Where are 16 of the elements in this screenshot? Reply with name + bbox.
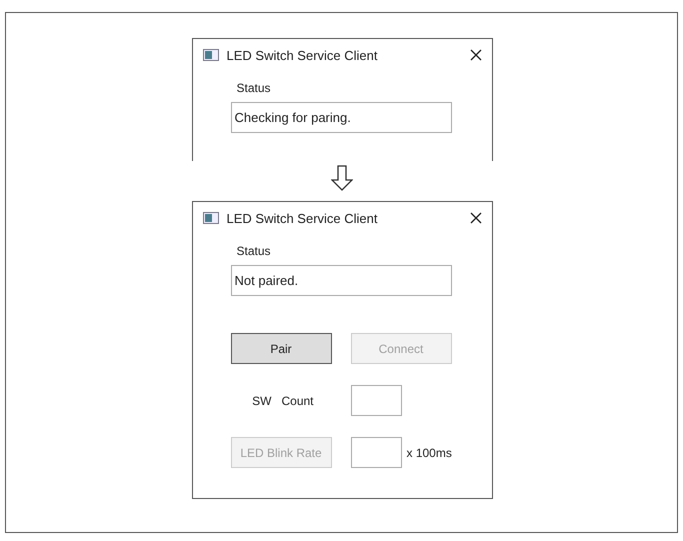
pair-button[interactable]: Pair	[230, 333, 332, 364]
sw-count-label: SW Count	[251, 394, 314, 408]
status-field[interactable]: Not paired.	[230, 265, 452, 296]
down-arrow-icon	[330, 165, 352, 191]
close-icon[interactable]	[470, 49, 482, 61]
window-title: LED Switch Service Client	[226, 210, 378, 226]
sw-count-field[interactable]	[350, 385, 402, 416]
window-title: LED Switch Service Client	[226, 48, 378, 62]
blink-rate-field[interactable]	[350, 437, 402, 468]
close-icon[interactable]	[470, 212, 482, 224]
status-label: Status	[236, 244, 272, 258]
status-label: Status	[236, 81, 272, 95]
app-icon	[202, 49, 218, 61]
unit-label: x 100ms	[406, 446, 452, 460]
app-icon	[202, 212, 218, 224]
status-field[interactable]: Checking for paring.	[230, 102, 452, 133]
